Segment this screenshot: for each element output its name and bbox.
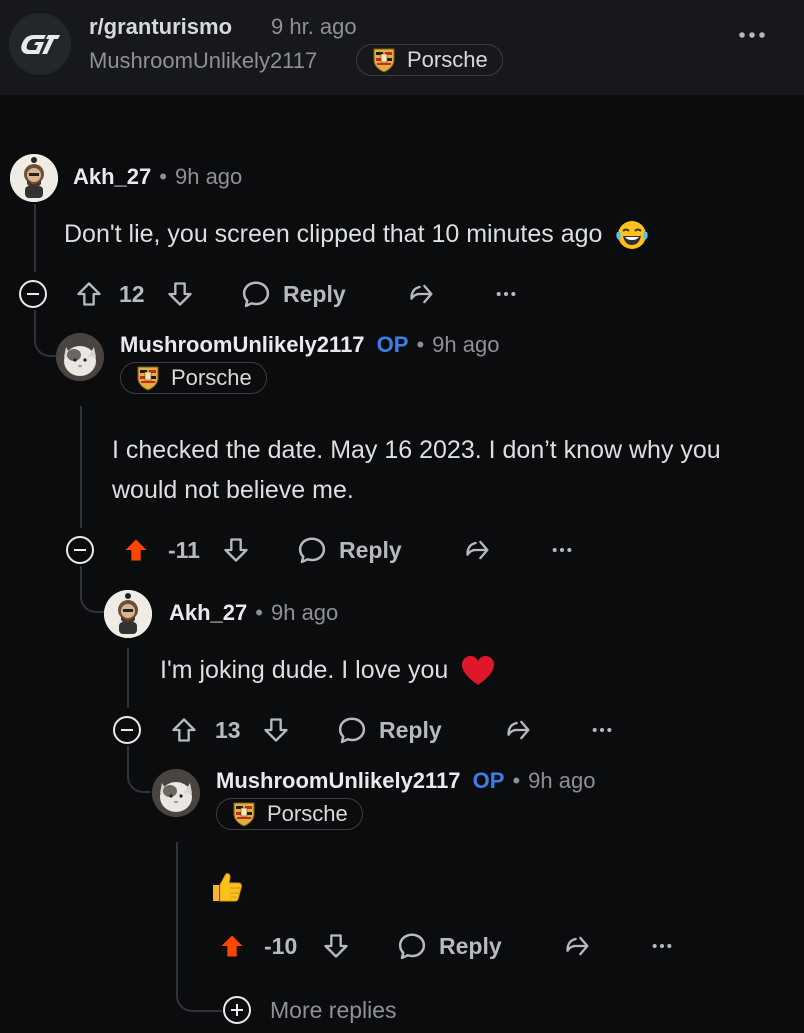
gt-logo-icon [21, 35, 60, 54]
more-replies-label: More replies [270, 996, 397, 1023]
porsche-crest-icon [137, 365, 159, 391]
vote-score: 13 [215, 716, 241, 743]
comment-body [210, 866, 244, 906]
red-heart-icon [462, 656, 495, 686]
reply-icon [337, 715, 367, 745]
vote-score: -10 [264, 932, 298, 959]
post-author[interactable]: MushroomUnlikely2117 [89, 48, 317, 74]
thread-line [80, 406, 82, 528]
op-badge: OP [376, 332, 409, 357]
separator-dot: • [512, 768, 521, 793]
upvote-active-icon[interactable] [218, 932, 246, 960]
avatar[interactable] [104, 590, 152, 638]
comment-author[interactable]: MushroomUnlikely2117 [216, 768, 461, 793]
comment-author-line: Akh_27 • 9h ago [73, 164, 242, 190]
comment-text: I checked the date. May 16 2023. I don’t… [112, 436, 721, 504]
vote-score: -11 [168, 536, 200, 563]
comment-body: I'm joking dude. I love you [160, 650, 495, 690]
collapse-thread-icon[interactable] [66, 536, 94, 564]
vote-score: 12 [119, 280, 145, 307]
flair-label: Porsche [267, 801, 348, 826]
thread-connector [34, 310, 58, 357]
comment-time: 9h ago [528, 768, 596, 793]
comment-body: Don't lie, you screen clipped that 10 mi… [64, 214, 649, 254]
comment-author[interactable]: Akh_27 [169, 600, 247, 625]
downvote-icon[interactable] [262, 716, 290, 744]
upvote-active-icon[interactable] [122, 536, 150, 564]
user-avatar-icon [10, 154, 58, 202]
comment-time: 9h ago [270, 600, 339, 625]
thread-connector [127, 746, 151, 793]
comment-actions: -11 Reply [0, 530, 640, 570]
share-icon[interactable] [563, 932, 593, 960]
user-avatar-icon [104, 590, 152, 638]
comment-author-line: MushroomUnlikely2117 OP • 9h ago [216, 768, 595, 794]
comment-author[interactable]: Akh_27 [73, 164, 151, 189]
post-time: 9 hr. ago [271, 14, 357, 39]
reply-button[interactable]: Reply [241, 274, 346, 314]
plus-circle-icon [223, 996, 251, 1024]
downvote-icon[interactable] [222, 536, 250, 564]
subreddit-avatar[interactable] [9, 13, 71, 75]
reply-icon [297, 535, 327, 565]
downvote-icon[interactable] [166, 280, 194, 308]
comment-actions: 13 Reply [0, 710, 640, 750]
author-flair: Porsche [356, 44, 503, 76]
reply-icon [241, 279, 271, 309]
comment-author-line: Akh_27 • 9h ago [169, 600, 338, 626]
author-flair: Porsche [216, 798, 363, 830]
comment-text: I'm joking dude. I love you [160, 656, 449, 684]
more-options-icon[interactable] [551, 546, 573, 554]
collapse-thread-icon[interactable] [19, 280, 47, 308]
separator-dot: • [255, 600, 263, 625]
comment-author[interactable]: MushroomUnlikely2117 [120, 332, 365, 357]
reply-label: Reply [379, 716, 442, 743]
laughing-tears-icon [616, 221, 649, 250]
thread-line [127, 648, 129, 708]
reply-label: Reply [439, 932, 502, 959]
upvote-icon[interactable] [75, 280, 103, 308]
collapse-thread-icon[interactable] [113, 716, 141, 744]
reply-button[interactable]: Reply [337, 710, 442, 750]
thread-line [34, 204, 36, 272]
separator-dot: • [159, 164, 167, 189]
more-replies-button[interactable]: More replies [222, 994, 397, 1026]
reply-button[interactable]: Reply [397, 926, 502, 966]
porsche-crest-icon [233, 801, 255, 827]
avatar[interactable] [56, 333, 104, 381]
reply-label: Reply [339, 536, 402, 563]
comment-actions: -10 Reply [0, 926, 700, 966]
avatar[interactable] [152, 769, 200, 817]
subreddit-name[interactable]: r/granturismo [89, 14, 232, 40]
porsche-crest-icon [373, 47, 395, 73]
more-options-icon[interactable] [591, 726, 613, 734]
thumbs-up-icon [213, 873, 242, 902]
upvote-icon[interactable] [170, 716, 198, 744]
thread-connector [80, 566, 104, 613]
user-avatar-icon [152, 769, 200, 817]
op-badge: OP [472, 768, 505, 793]
comment-time: 9h ago [174, 164, 243, 189]
more-options-icon[interactable] [651, 942, 673, 950]
share-icon[interactable] [407, 280, 437, 308]
reply-icon [397, 931, 427, 961]
more-options-icon[interactable] [495, 290, 517, 298]
separator-dot: • [416, 332, 425, 357]
comment-time: 9h ago [432, 332, 500, 357]
reply-button[interactable]: Reply [297, 530, 402, 570]
downvote-icon[interactable] [322, 932, 350, 960]
comment-author-line: MushroomUnlikely2117 OP • 9h ago [120, 332, 499, 358]
comment-actions: 12 Reply [0, 274, 600, 314]
more-options-icon[interactable] [737, 30, 767, 40]
share-icon[interactable] [463, 536, 493, 564]
flair-label: Porsche [171, 365, 252, 390]
comment-text: Don't lie, you screen clipped that 10 mi… [64, 220, 603, 248]
author-flair: Porsche [120, 362, 267, 394]
reply-label: Reply [283, 280, 346, 307]
post-header: r/granturismo 9 hr. ago MushroomUnlikely… [0, 0, 804, 95]
flair-label: Porsche [407, 47, 488, 72]
share-icon[interactable] [504, 716, 534, 744]
avatar[interactable] [10, 154, 58, 202]
user-avatar-icon [56, 333, 104, 381]
